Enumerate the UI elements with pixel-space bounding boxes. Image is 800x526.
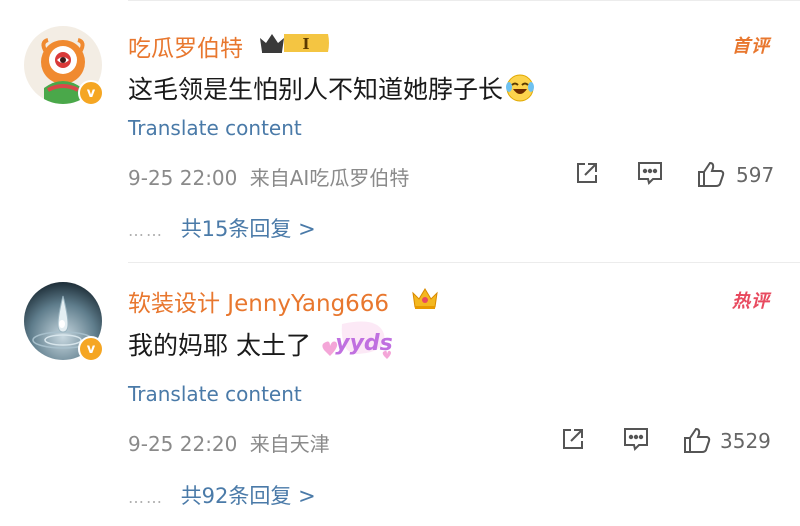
comment-text: 这毛领是生怕别人不知道她脖子长 bbox=[128, 70, 535, 106]
replies-dots: …… bbox=[128, 488, 164, 507]
comment-meta: 9-25 22:20 来自天津 bbox=[128, 428, 330, 457]
replies-row: …… 共15条回复 > bbox=[128, 213, 316, 243]
share-icon[interactable] bbox=[574, 160, 600, 190]
share-icon[interactable] bbox=[560, 426, 586, 456]
replies-dots: …… bbox=[128, 221, 164, 240]
view-replies-link[interactable]: 共15条回复 > bbox=[181, 217, 316, 241]
like-icon[interactable] bbox=[696, 160, 726, 192]
comment-icon[interactable] bbox=[636, 160, 664, 190]
avatar[interactable]: v bbox=[24, 282, 104, 362]
vip-level-badge-icon: I bbox=[258, 30, 332, 60]
translate-link[interactable]: Translate content bbox=[128, 116, 302, 140]
comment-item: v 吃瓜罗伯特 I 首评 这毛领是生怕别人不知道她脖子长 Translate c… bbox=[0, 0, 800, 262]
comment-icon[interactable] bbox=[622, 426, 650, 456]
comment-text-content: 这毛领是生怕别人不知道她脖子长 bbox=[128, 75, 504, 104]
laughing-tears-icon bbox=[505, 73, 535, 103]
timestamp: 9-25 22:00 bbox=[128, 166, 238, 190]
like-count: 3529 bbox=[720, 429, 771, 453]
verified-badge-icon: v bbox=[78, 336, 104, 362]
like-count: 597 bbox=[736, 163, 775, 187]
verified-badge-icon: v bbox=[78, 80, 104, 106]
source: 来自AI吃瓜罗伯特 bbox=[249, 166, 410, 190]
vip-level-text: I bbox=[302, 35, 309, 53]
crown-icon bbox=[410, 284, 440, 316]
avatar[interactable]: v bbox=[24, 26, 104, 106]
timestamp: 9-25 22:20 bbox=[128, 432, 238, 456]
comment-meta: 9-25 22:00 来自AI吃瓜罗伯特 bbox=[128, 162, 409, 191]
translate-link[interactable]: Translate content bbox=[128, 382, 302, 406]
like-icon[interactable] bbox=[682, 426, 712, 458]
comment-text: 我的妈耶 太土了 bbox=[128, 331, 311, 360]
source: 来自天津 bbox=[249, 432, 330, 456]
view-replies-link[interactable]: 共92条回复 > bbox=[181, 484, 316, 508]
username[interactable]: 吃瓜罗伯特 bbox=[128, 29, 243, 63]
replies-row: …… 共92条回复 > bbox=[128, 480, 316, 510]
username[interactable]: 软装设计 JennyYang666 bbox=[128, 284, 389, 318]
comment-divider bbox=[128, 262, 800, 263]
hot-comment-tag: 热评 bbox=[732, 291, 770, 312]
first-comment-tag: 首评 bbox=[732, 36, 770, 57]
yyds-sticker: yyds bbox=[318, 316, 402, 376]
comment-item: v 软装设计 JennyYang666 热评 我的妈耶 太土了 yyds Tra… bbox=[0, 264, 800, 526]
